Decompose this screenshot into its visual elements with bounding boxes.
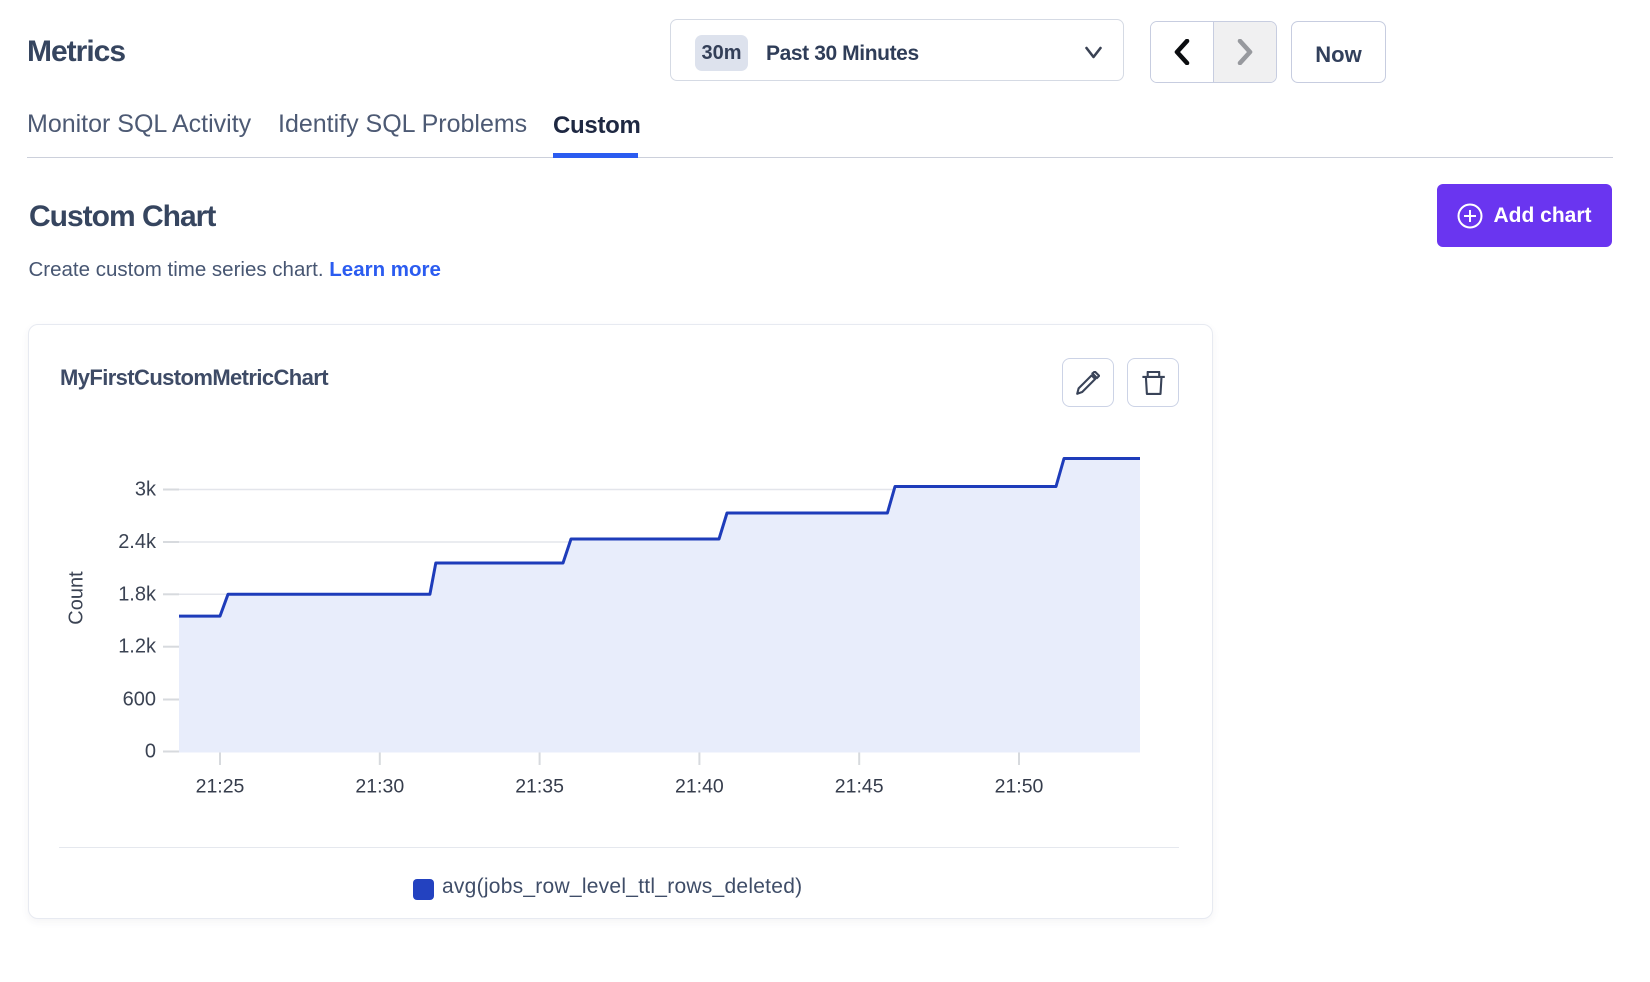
svg-text:21:50: 21:50 (995, 776, 1044, 798)
svg-text:21:30: 21:30 (355, 776, 404, 798)
svg-text:3k: 3k (135, 479, 157, 501)
svg-text:21:25: 21:25 (196, 776, 245, 798)
svg-text:21:40: 21:40 (675, 776, 724, 798)
svg-text:21:45: 21:45 (835, 776, 884, 798)
svg-text:0: 0 (145, 741, 156, 763)
svg-text:1.2k: 1.2k (118, 636, 157, 658)
svg-text:600: 600 (123, 689, 156, 711)
svg-text:Count: Count (66, 571, 88, 625)
svg-text:2.4k: 2.4k (118, 531, 157, 553)
svg-text:21:35: 21:35 (515, 776, 564, 798)
svg-text:1.8k: 1.8k (118, 583, 157, 605)
